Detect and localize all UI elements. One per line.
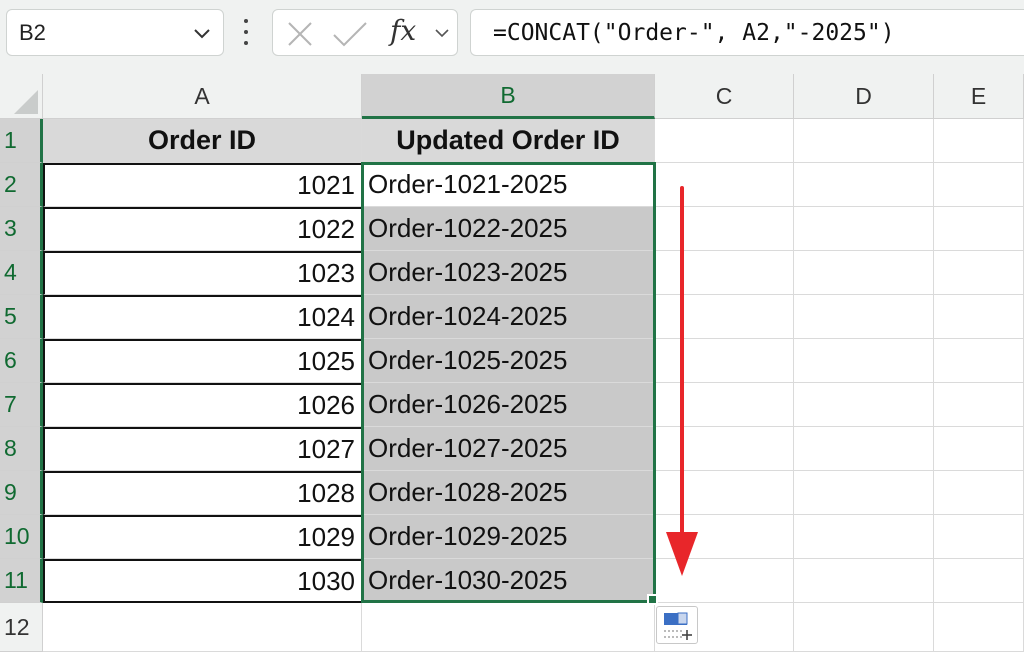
- auto-fill-options-button[interactable]: [656, 606, 698, 644]
- row-header-1[interactable]: 1: [0, 119, 43, 163]
- column-header-a[interactable]: A: [43, 74, 362, 119]
- chevron-down-icon[interactable]: [433, 24, 451, 42]
- cell-a7[interactable]: 1026: [43, 383, 362, 427]
- cell-a1[interactable]: Order ID: [43, 119, 362, 163]
- cell-e2[interactable]: [934, 163, 1024, 207]
- cell-b10[interactable]: Order-1029-2025: [362, 515, 655, 559]
- cell-e6[interactable]: [934, 339, 1024, 383]
- cell-e11[interactable]: [934, 559, 1024, 603]
- row-header-11[interactable]: 11: [0, 559, 43, 603]
- row-header-2[interactable]: 2: [0, 163, 43, 207]
- row-header-3[interactable]: 3: [0, 207, 43, 251]
- cell-e3[interactable]: [934, 207, 1024, 251]
- row-header-12[interactable]: 12: [0, 603, 43, 652]
- select-all-corner[interactable]: [0, 74, 43, 119]
- row-header-4[interactable]: 4: [0, 251, 43, 295]
- checkmark-icon[interactable]: [331, 20, 369, 48]
- cell-d6[interactable]: [794, 339, 934, 383]
- cell-d11[interactable]: [794, 559, 934, 603]
- cell-a3[interactable]: 1022: [43, 207, 362, 251]
- name-box-value: B2: [19, 19, 46, 45]
- row-header-10[interactable]: 10: [0, 515, 43, 559]
- cell-d4[interactable]: [794, 251, 934, 295]
- row-header-5[interactable]: 5: [0, 295, 43, 339]
- name-box[interactable]: B2: [6, 9, 224, 56]
- column-header-e[interactable]: E: [934, 74, 1024, 119]
- row-header-8[interactable]: 8: [0, 427, 43, 471]
- cell-e10[interactable]: [934, 515, 1024, 559]
- row-header-7[interactable]: 7: [0, 383, 43, 427]
- cell-a8[interactable]: 1027: [43, 427, 362, 471]
- cell-e5[interactable]: [934, 295, 1024, 339]
- cell-d9[interactable]: [794, 471, 934, 515]
- chevron-down-icon[interactable]: [191, 22, 213, 44]
- cell-a12[interactable]: [43, 603, 362, 652]
- formula-bar: B2 fx =CONCAT("Order-", A2,"-2025"): [0, 0, 1024, 74]
- cell-a2[interactable]: 1021: [43, 163, 362, 207]
- cell-e8[interactable]: [934, 427, 1024, 471]
- cell-e4[interactable]: [934, 251, 1024, 295]
- column-header-d[interactable]: D: [794, 74, 934, 119]
- column-header-b[interactable]: B: [362, 74, 655, 119]
- more-options-icon[interactable]: [238, 14, 254, 50]
- insert-function-button[interactable]: fx: [390, 14, 416, 47]
- cell-e12[interactable]: [934, 603, 1024, 652]
- cell-e7[interactable]: [934, 383, 1024, 427]
- cell-b4[interactable]: Order-1023-2025: [362, 251, 655, 295]
- fill-handle[interactable]: [647, 594, 658, 605]
- auto-fill-options-icon: [664, 612, 692, 640]
- cell-d10[interactable]: [794, 515, 934, 559]
- cell-b9[interactable]: Order-1028-2025: [362, 471, 655, 515]
- cell-b3[interactable]: Order-1022-2025: [362, 207, 655, 251]
- formula-input[interactable]: =CONCAT("Order-", A2,"-2025"): [470, 9, 1024, 56]
- cell-d12[interactable]: [794, 603, 934, 652]
- row-header-6[interactable]: 6: [0, 339, 43, 383]
- formula-actions: fx: [272, 9, 458, 56]
- cell-d8[interactable]: [794, 427, 934, 471]
- cell-c1[interactable]: [655, 119, 794, 163]
- cell-d5[interactable]: [794, 295, 934, 339]
- cell-b5[interactable]: Order-1024-2025: [362, 295, 655, 339]
- cell-e1[interactable]: [934, 119, 1024, 163]
- cell-b7[interactable]: Order-1026-2025: [362, 383, 655, 427]
- cell-a10[interactable]: 1029: [43, 515, 362, 559]
- cell-b12[interactable]: [362, 603, 655, 652]
- column-header-c[interactable]: C: [655, 74, 794, 119]
- cell-d7[interactable]: [794, 383, 934, 427]
- cell-b8[interactable]: Order-1027-2025: [362, 427, 655, 471]
- cell-b11[interactable]: Order-1030-2025: [362, 559, 655, 603]
- cell-a11[interactable]: 1030: [43, 559, 362, 603]
- cell-b2[interactable]: Order-1021-2025: [362, 163, 655, 207]
- cell-a4[interactable]: 1023: [43, 251, 362, 295]
- cell-b1[interactable]: Updated Order ID: [362, 119, 655, 163]
- cell-a5[interactable]: 1024: [43, 295, 362, 339]
- cancel-x-icon[interactable]: [285, 20, 315, 48]
- cell-d3[interactable]: [794, 207, 934, 251]
- cell-d2[interactable]: [794, 163, 934, 207]
- cell-e9[interactable]: [934, 471, 1024, 515]
- row-header-9[interactable]: 9: [0, 471, 43, 515]
- cell-a6[interactable]: 1025: [43, 339, 362, 383]
- cell-b6[interactable]: Order-1025-2025: [362, 339, 655, 383]
- red-down-arrow-icon: [666, 186, 698, 576]
- cell-d1[interactable]: [794, 119, 934, 163]
- cell-a9[interactable]: 1028: [43, 471, 362, 515]
